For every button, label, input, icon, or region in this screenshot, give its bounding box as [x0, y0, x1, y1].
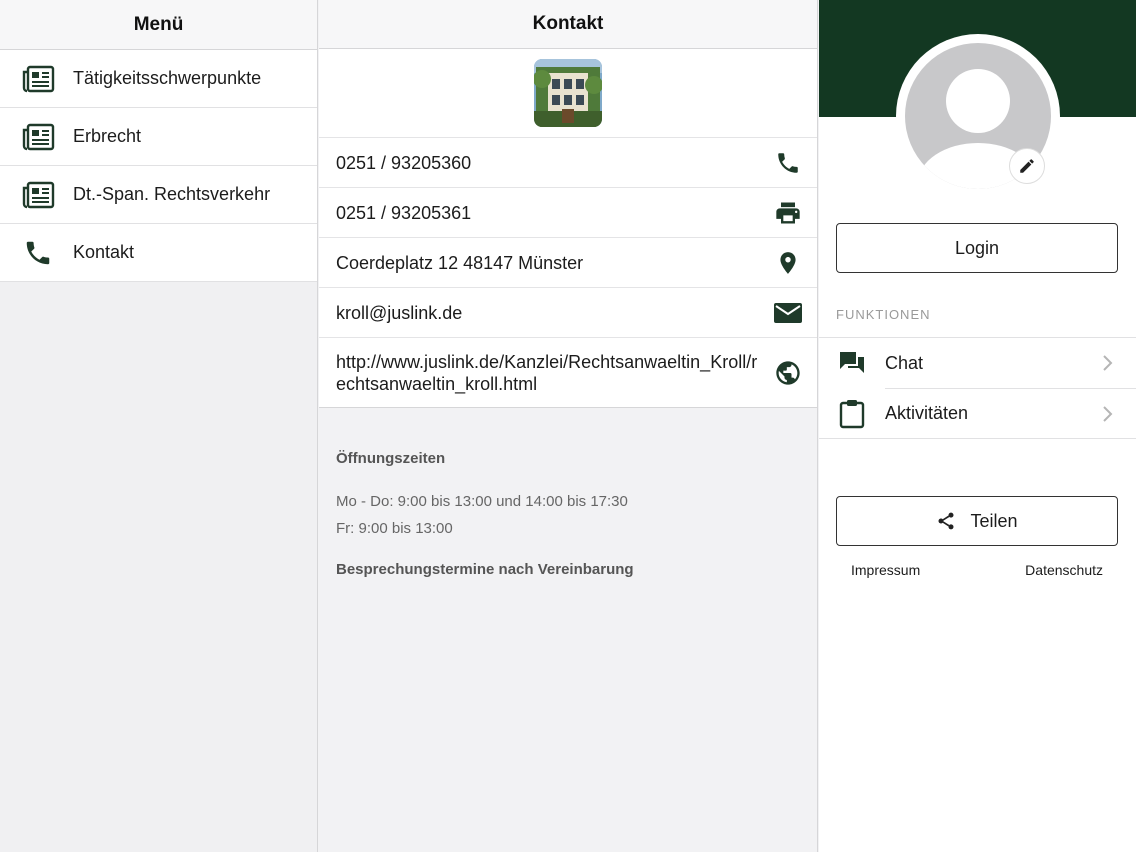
share-button[interactable]: Teilen [836, 496, 1118, 546]
email: kroll@juslink.de [336, 302, 463, 323]
function-item-aktivitaeten[interactable]: Aktivitäten [839, 388, 1136, 438]
menu-item-label: Dt.-Span. Rechtsverkehr [73, 184, 271, 204]
menu-item-kontakt[interactable]: Kontakt [0, 224, 317, 282]
menu-item-label: Erbrecht [73, 126, 142, 146]
footer-links: Impressum Datenschutz [819, 562, 1136, 578]
printer-icon [773, 198, 803, 228]
hours-title: Öffnungszeiten [336, 450, 446, 467]
address: Coerdeplatz 12 48147 Münster [336, 252, 584, 273]
chat-icon [837, 348, 867, 378]
imprint-link[interactable]: Impressum [851, 562, 920, 578]
share-icon [936, 511, 956, 531]
address-row[interactable]: Coerdeplatz 12 48147 Münster [319, 237, 817, 287]
phone-row[interactable]: 0251 / 93205360 [319, 137, 817, 187]
function-item-chat[interactable]: Chat [819, 338, 1136, 388]
website-url: http://www.juslink.de/Kanzlei/Rechtsanwa… [336, 351, 758, 394]
app: Menü Tätigkeitsschwerpunkte Erbrecht Dt.… [0, 0, 1136, 852]
edit-avatar-button[interactable] [1009, 148, 1045, 184]
menu-title: Menü [0, 0, 317, 50]
function-label: Chat [885, 352, 924, 373]
appointment-note: Besprechungstermine nach Vereinbarung [336, 561, 634, 578]
hours-line: Fr: 9:00 bis 13:00 [336, 520, 453, 537]
photo-wrap [319, 49, 817, 137]
mail-icon [773, 298, 803, 328]
share-label: Teilen [970, 510, 1018, 531]
opening-hours: Öffnungszeiten Mo - Do: 9:00 bis 13:00 u… [319, 408, 817, 578]
phone-icon [20, 238, 56, 268]
fax-row[interactable]: 0251 / 93205361 [319, 187, 817, 237]
menu-item-label: Kontakt [73, 242, 135, 262]
function-label: Aktivitäten [885, 403, 969, 423]
chevron-right-icon [1096, 354, 1120, 372]
newspaper-icon [20, 64, 56, 94]
menu-item-erbrecht[interactable]: Erbrecht [0, 108, 317, 166]
functions-section-label: FUNKTIONEN [836, 307, 931, 322]
contact-title: Kontakt [319, 0, 817, 49]
menu-panel: Menü Tätigkeitsschwerpunkte Erbrecht Dt.… [0, 0, 318, 852]
phone-number: 0251 / 93205360 [336, 152, 472, 173]
website-row[interactable]: http://www.juslink.de/Kanzlei/Rechtsanwa… [319, 337, 817, 407]
newspaper-icon [20, 180, 56, 210]
menu-item-label: Tätigkeitsschwerpunkte [73, 68, 262, 88]
chevron-right-icon [1096, 405, 1120, 423]
menu-item-rechtsverkehr[interactable]: Dt.-Span. Rechtsverkehr [0, 166, 317, 224]
newspaper-icon [20, 122, 56, 152]
office-photo [534, 59, 602, 127]
location-pin-icon [773, 248, 803, 278]
hours-line: Mo - Do: 9:00 bis 13:00 und 14:00 bis 17… [336, 493, 628, 510]
menu-list: Tätigkeitsschwerpunkte Erbrecht Dt.-Span… [0, 50, 317, 282]
profile-panel: Login FUNKTIONEN Chat Aktivitäten Teilen… [819, 0, 1136, 852]
login-button[interactable]: Login [836, 223, 1118, 273]
fax-number: 0251 / 93205361 [336, 202, 472, 223]
menu-item-taetigkeitsschwerpunkte[interactable]: Tätigkeitsschwerpunkte [0, 50, 317, 108]
functions-list: Chat Aktivitäten [819, 337, 1136, 439]
contact-panel: Kontakt 0251 / 93205360 0251 / 93205361 … [319, 0, 818, 852]
contact-card: 0251 / 93205360 0251 / 93205361 Coerdepl… [319, 49, 817, 408]
privacy-link[interactable]: Datenschutz [1025, 562, 1103, 578]
clipboard-icon [837, 399, 867, 429]
email-row[interactable]: kroll@juslink.de [319, 287, 817, 337]
pencil-icon [1018, 157, 1036, 175]
globe-icon [773, 358, 803, 388]
phone-icon [773, 148, 803, 178]
